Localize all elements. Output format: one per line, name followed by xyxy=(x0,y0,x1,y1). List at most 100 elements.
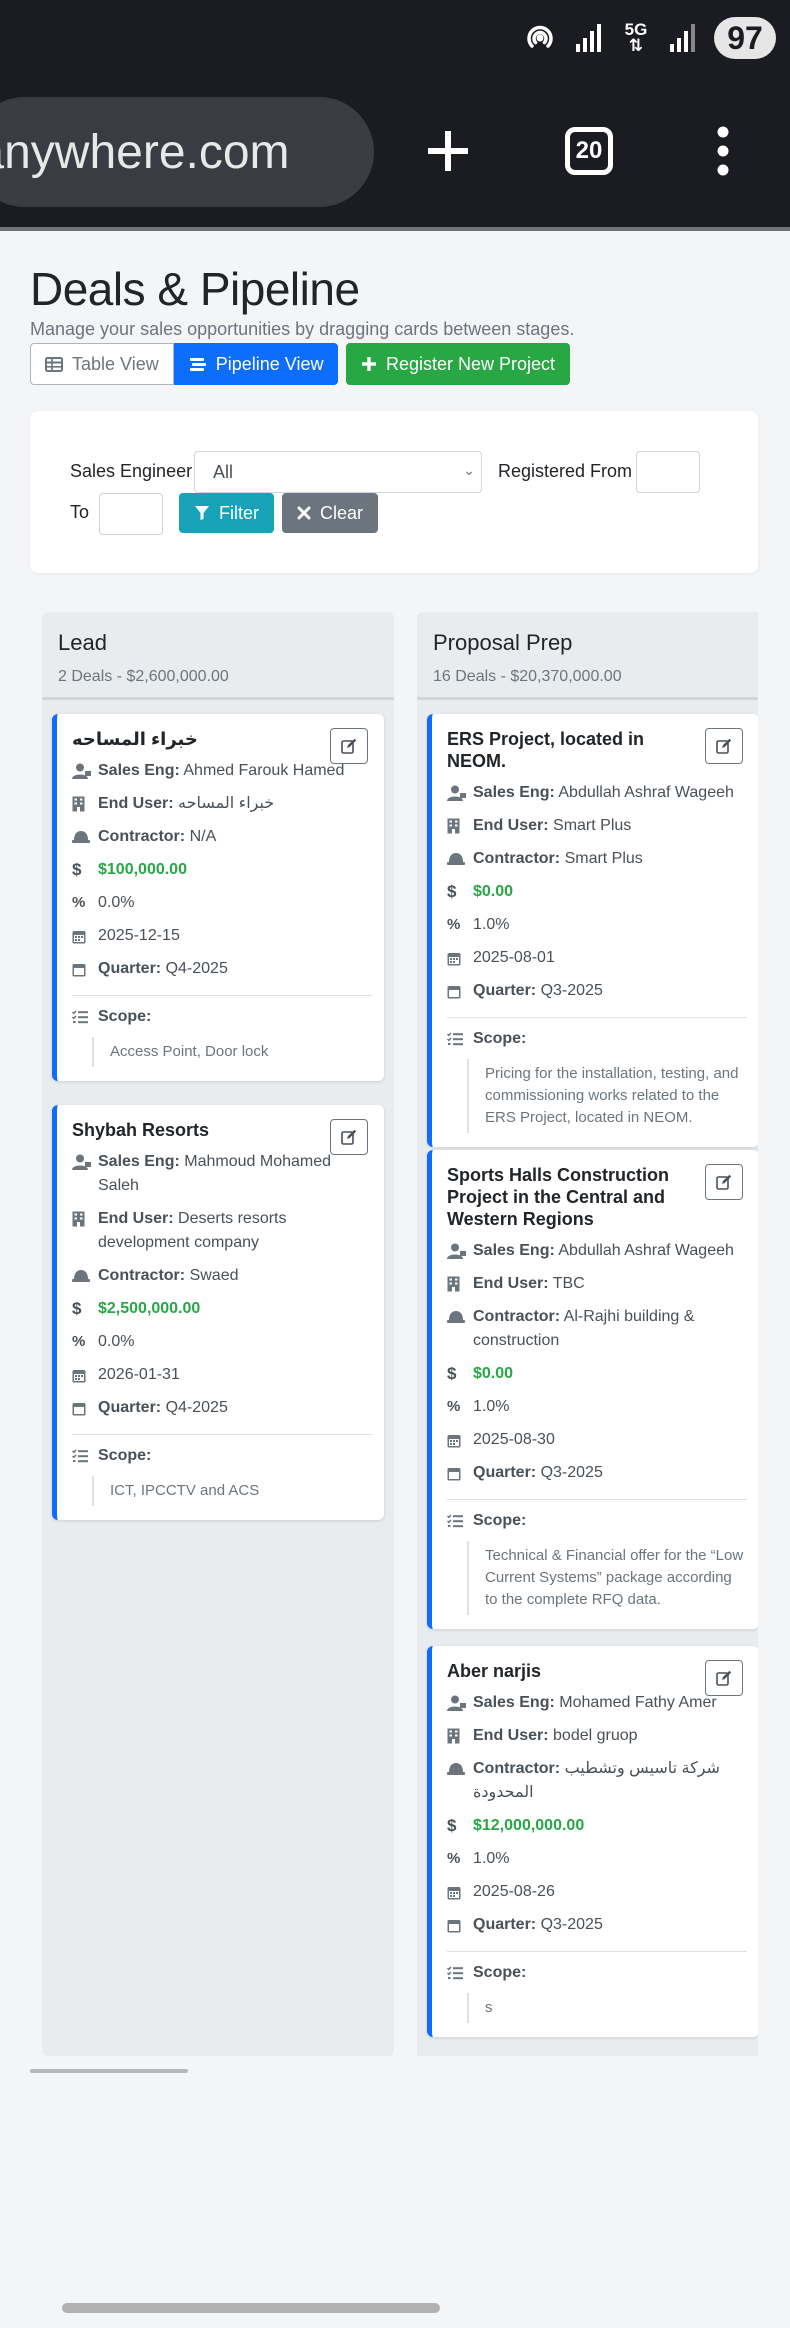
browser-chrome: 5G⇅ 97 onanywhere.com 20 xyxy=(0,0,790,231)
amount-row: $ $100,000.00 xyxy=(72,858,372,882)
deal-title: Aber narjis xyxy=(447,1661,542,1681)
quarter-value: Q4-2025 xyxy=(165,1399,228,1416)
scope-row: Scope: xyxy=(72,1005,372,1029)
stream-icon xyxy=(189,357,206,371)
edit-deal-button[interactable] xyxy=(330,1119,368,1155)
end-user-label: End User: xyxy=(473,817,549,834)
deal-card[interactable]: ERS Project, located in NEOM. Sales Eng:… xyxy=(427,714,758,1147)
registered-from-input[interactable] xyxy=(636,451,700,493)
probability-row: % 0.0% xyxy=(72,891,372,915)
table-view-button[interactable]: Table View xyxy=(30,343,174,385)
sales-eng-row: Sales Eng: Abdullah Ashraf Wageeh xyxy=(447,1239,747,1263)
scope-text: Pricing for the installation, testing, a… xyxy=(467,1059,747,1133)
tab-switcher-button[interactable]: 20 xyxy=(556,118,622,184)
hotspot-icon xyxy=(522,20,558,56)
edit-deal-button[interactable] xyxy=(705,728,743,764)
filter-panel: Sales Engineer All ⌄ Registered From To … xyxy=(30,411,758,573)
dollar-icon: $ xyxy=(447,1816,457,1835)
scope-text: Access Point, Door lock xyxy=(92,1037,372,1067)
building-icon xyxy=(72,792,98,816)
edit-icon xyxy=(716,1670,732,1686)
deal-date: 2026-01-31 xyxy=(98,1366,180,1383)
percent-icon: % xyxy=(447,1398,461,1415)
edit-deal-button[interactable] xyxy=(705,1660,743,1696)
calendar-alt-icon xyxy=(72,1396,98,1420)
deal-title: ERS Project, located in NEOM. xyxy=(447,729,645,771)
building-icon xyxy=(447,1724,473,1748)
scope-label: Scope: xyxy=(473,1512,527,1529)
hard-hat-icon xyxy=(72,1264,98,1288)
deal-card[interactable]: Shybah Resorts Sales Eng: Mahmoud Mohame… xyxy=(52,1105,384,1520)
deal-amount: $0.00 xyxy=(473,883,514,900)
sales-eng-value: Abdullah Ashraf Wageeh xyxy=(558,1242,734,1259)
sales-engineer-select[interactable]: All ⌄ xyxy=(194,451,482,493)
quarter-value: Q3-2025 xyxy=(540,982,603,999)
quarter-label: Quarter: xyxy=(473,1464,537,1481)
network-type: 5G xyxy=(624,20,648,39)
register-project-button[interactable]: Register New Project xyxy=(346,343,571,385)
contractor-label: Contractor: xyxy=(473,1308,561,1325)
tasks-icon xyxy=(72,1005,98,1029)
filter-button[interactable]: Filter xyxy=(179,493,274,533)
deal-card[interactable]: خبراء المساحه Sales Eng: Ahmed Farouk Ha… xyxy=(52,714,384,1081)
status-bar: 5G ⇅ 97 xyxy=(522,14,776,62)
hard-hat-icon xyxy=(447,1757,473,1781)
clear-button[interactable]: Clear xyxy=(282,493,379,533)
date-row: 2025-08-01 xyxy=(447,946,747,970)
date-row: 2025-12-15 xyxy=(72,924,372,948)
end-user-label: End User: xyxy=(98,795,174,812)
amount-row: $ $0.00 xyxy=(447,880,747,904)
user-tie-icon xyxy=(447,1239,473,1263)
contractor-value: Swaed xyxy=(189,1267,239,1284)
sales-eng-value: Ahmed Farouk Hamed xyxy=(183,762,345,779)
scope-label: Scope: xyxy=(98,1447,152,1464)
browser-menu-button[interactable] xyxy=(690,118,756,184)
deal-card[interactable]: Sports Halls Construction Project in the… xyxy=(427,1150,758,1629)
hard-hat-icon xyxy=(447,847,473,871)
address-bar[interactable]: onanywhere.com xyxy=(0,97,374,207)
column-summary: 2 Deals - $2,600,000.00 xyxy=(58,668,229,685)
deal-amount: $0.00 xyxy=(473,1365,514,1382)
deal-date: 2025-08-26 xyxy=(473,1883,555,1900)
card-divider xyxy=(447,1499,747,1500)
calendar-icon xyxy=(447,1880,473,1904)
registered-to-input[interactable] xyxy=(99,493,163,535)
card-divider xyxy=(72,1434,372,1435)
board-horizontal-scrollbar[interactable] xyxy=(30,2069,188,2073)
stage-column-proposal-prep: Proposal Prep 16 Deals - $20,370,000.00 … xyxy=(417,612,758,2056)
date-row: 2025-08-26 xyxy=(447,1880,747,1904)
edit-deal-button[interactable] xyxy=(330,728,368,764)
deal-card[interactable]: Aber narjis Sales Eng: Mohamed Fathy Ame… xyxy=(427,1646,758,2037)
sales-eng-row: Sales Eng: Abdullah Ashraf Wageeh xyxy=(447,781,747,805)
network-5g-icon: 5G ⇅ xyxy=(624,20,648,55)
quarter-value: Q3-2025 xyxy=(540,1916,603,1933)
scope-row: Scope: xyxy=(447,1509,747,1533)
dollar-icon: $ xyxy=(72,1299,82,1318)
new-tab-button[interactable] xyxy=(415,118,481,184)
user-tie-icon xyxy=(447,1691,473,1715)
end-user-row: End User: Deserts resorts development co… xyxy=(72,1207,372,1255)
tasks-icon xyxy=(447,1961,473,1985)
table-icon xyxy=(45,356,63,372)
column-summary: 16 Deals - $20,370,000.00 xyxy=(433,668,622,685)
scope-text: Technical & Financial offer for the “Low… xyxy=(467,1541,747,1615)
page-scrollbar[interactable] xyxy=(62,2303,440,2313)
contractor-label: Contractor: xyxy=(473,850,561,867)
user-tie-icon xyxy=(72,759,98,783)
pipeline-view-button[interactable]: Pipeline View xyxy=(173,343,339,385)
end-user-value: Smart Plus xyxy=(553,817,632,834)
end-user-value: TBC xyxy=(552,1275,585,1292)
quarter-label: Quarter: xyxy=(473,982,537,999)
card-divider xyxy=(72,995,372,996)
end-user-value: bodel gruop xyxy=(553,1727,638,1744)
quarter-row: Quarter: Q3-2025 xyxy=(447,1461,747,1485)
hard-hat-icon xyxy=(447,1305,473,1329)
building-icon xyxy=(72,1207,98,1231)
percent-icon: % xyxy=(72,1333,86,1350)
sales-eng-value: Abdullah Ashraf Wageeh xyxy=(558,784,734,801)
contractor-value: Smart Plus xyxy=(564,850,643,867)
edit-deal-button[interactable] xyxy=(705,1164,743,1200)
pipeline-view-label: Pipeline View xyxy=(215,353,324,374)
tasks-icon xyxy=(447,1027,473,1051)
sales-eng-row: Sales Eng: Mohamed Fathy Amer xyxy=(447,1691,747,1715)
